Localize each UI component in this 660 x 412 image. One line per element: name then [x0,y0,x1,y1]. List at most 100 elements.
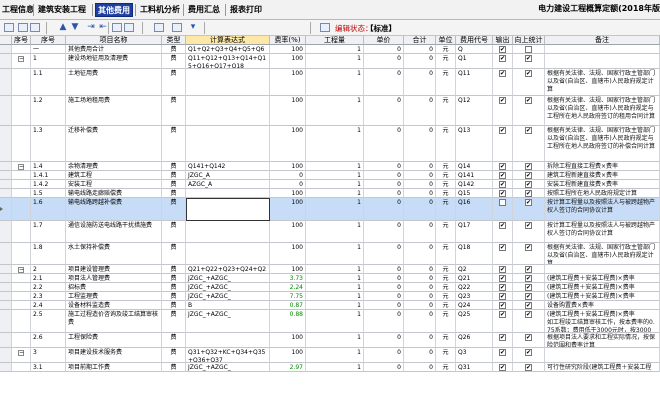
item-name[interactable]: 设备材料监造费 [66,301,162,310]
remark-cell[interactable]: 根据有关法律、法规、国家行政主管部门以及省(自治区、直辖市)人民政府规定与工程所… [545,96,660,126]
arrow-down-icon[interactable]: ▾ [188,23,198,32]
row-gutter[interactable] [0,162,12,171]
checked-checkbox[interactable]: ✔ [499,97,506,104]
output-checkbox-cell[interactable]: ✔ [493,363,513,372]
formula-cell[interactable] [186,243,270,265]
column-header[interactable]: 单价 [364,36,404,45]
output-checkbox-cell[interactable]: ✔ [493,171,513,180]
unit-cell[interactable]: 元 [436,221,456,243]
column-header[interactable]: 输出 [493,36,513,45]
rate-cell[interactable]: 100 [270,189,306,198]
item-type[interactable]: 费 [162,221,186,243]
checked-checkbox[interactable]: ✔ [525,181,532,188]
checked-checkbox[interactable]: ✔ [525,293,532,300]
tab-4[interactable]: 费用汇总 [186,3,222,17]
fee-code-cell[interactable]: Q1 [456,54,493,69]
formula-cell[interactable]: Q31+Q32+KC+Q34+Q35+Q36+Q37 [186,348,270,363]
item-type[interactable]: 费 [162,265,186,274]
item-name[interactable]: 余物清理费 [66,162,162,171]
column-header[interactable]: 费用代号 [456,36,493,45]
checked-checkbox[interactable]: ✔ [499,172,506,179]
unit-cell[interactable]: 元 [436,301,456,310]
column-header[interactable]: 工程量 [306,36,364,45]
checked-checkbox[interactable]: ✔ [525,275,532,282]
row-gutter[interactable] [0,221,12,243]
fee-code-cell[interactable]: Q15 [456,189,493,198]
checked-checkbox[interactable]: ✔ [499,266,506,273]
quantity-cell[interactable]: 1 [306,54,364,69]
upward-stat-checkbox-cell[interactable]: ✔ [513,283,545,292]
checked-checkbox[interactable]: ✔ [525,349,532,356]
formula-cell[interactable] [186,126,270,162]
remark-cell[interactable]: (建筑工程费＋安装工程费)×费率 [545,283,660,292]
formula-cell[interactable]: JZGC_+AZGC_ [186,274,270,283]
checked-checkbox[interactable]: ✔ [499,46,506,53]
checked-checkbox[interactable]: ✔ [499,70,506,77]
edit-mode-value[interactable]: 【标准】 [366,23,396,34]
rate-cell[interactable]: 2.97 [270,363,306,372]
rate-cell[interactable]: 100 [270,126,306,162]
item-type[interactable]: 费 [162,54,186,69]
table-row[interactable]: 2.4 设备材料监造费费 B 0.87 1 0 0 元 Q24 ✔ ✔ 设备购置费×费率 [0,301,660,310]
row-gutter[interactable] [0,363,12,372]
table-row[interactable]: 1.7 通信设施防送电线路干扰措施费费 100 1 0 0 元 Q17 ✔ ✔ 按计算工程量以及按照… [0,221,660,243]
quantity-cell[interactable]: 1 [306,292,364,301]
unit-cell[interactable]: 元 [436,198,456,221]
outdent-icon[interactable]: ⇤ [98,23,108,32]
table-row[interactable]: 2.5 施工过程造价咨询及竣工结算审核费费 JZGC_+AZGC_ 0.88 1 0 0 元 Q… [0,310,660,333]
upward-stat-checkbox-cell[interactable]: ✔ [513,189,545,198]
rate-cell[interactable]: 100 [270,45,306,54]
row-gutter[interactable] [0,126,12,162]
formula-cell[interactable]: JZGC_+AZGC_ [186,310,270,333]
column-header[interactable]: 项目名称 [66,36,162,45]
fill-color-icon[interactable] [154,23,164,32]
upward-stat-checkbox-cell[interactable]: ✔ [513,198,545,221]
item-name[interactable]: 输电线路跨越补偿费 [66,198,162,221]
row-gutter[interactable] [0,292,12,301]
rate-cell[interactable]: 100 [270,54,306,69]
column-header[interactable]: 向上统计 [513,36,545,45]
upward-stat-checkbox-cell[interactable]: ✔ [513,243,545,265]
formula-cell[interactable] [186,221,270,243]
remark-cell[interactable] [545,348,660,363]
upward-stat-checkbox-cell[interactable]: ✔ [513,274,545,283]
table-row[interactable]: 1.5 输电线路走廊赔偿费费 100 1 0 0 元 Q15 ✔ ✔ 按照工程所在地人民政府规定计算 [0,189,660,198]
fee-code-cell[interactable]: Q12 [456,96,493,126]
output-checkbox-cell[interactable]: ✔ [493,180,513,189]
rate-cell[interactable]: 100 [270,221,306,243]
tab-2[interactable]: 其他费用 [95,3,133,17]
tab-0[interactable]: 工程信息 [0,3,36,17]
checked-checkbox[interactable]: ✔ [499,244,506,251]
row-gutter[interactable] [0,198,12,221]
fee-code-cell[interactable]: Q141 [456,171,493,180]
checked-checkbox[interactable]: ✔ [525,199,532,206]
formula-cell[interactable] [186,96,270,126]
formula-cell[interactable]: JZGC_+AZGC_ [186,283,270,292]
output-checkbox-cell[interactable]: ✔ [493,292,513,301]
formula-cell[interactable]: B [186,301,270,310]
tab-1[interactable]: 建筑安装工程 [36,3,88,17]
fee-code-cell[interactable]: Q11 [456,69,493,96]
item-name[interactable]: 其他费用合计 [66,45,162,54]
table-row[interactable]: 1.4.1 建筑工程费 JZGC_A 0 1 0 0 元 Q141 ✔ ✔ 建筑工程新建直接费×费率 [0,171,660,180]
checked-checkbox[interactable]: ✔ [499,163,506,170]
table-row[interactable]: 1.2 施工场地租用费费 100 1 0 0 元 Q12 ✔ ✔ 根据有关法律、法规、国家行政主管部… [0,96,660,126]
checked-checkbox[interactable]: ✔ [499,349,506,356]
table-row[interactable]: 1.8 水土保持补偿费费 100 1 0 0 元 Q18 ✔ ✔ 根据有关法律、法规、国家行政主管部… [0,243,660,265]
quantity-cell[interactable]: 1 [306,198,364,221]
item-name[interactable]: 工程保险费 [66,333,162,348]
rate-cell[interactable]: 100 [270,333,306,348]
rate-cell[interactable]: 100 [270,265,306,274]
checked-checkbox[interactable]: ✔ [525,163,532,170]
rate-cell[interactable]: 100 [270,198,306,221]
filter-icon[interactable] [172,23,182,32]
item-type[interactable]: 费 [162,333,186,348]
item-name[interactable]: 项目建设技术服务费 [66,348,162,363]
quantity-cell[interactable]: 1 [306,171,364,180]
item-type[interactable]: 费 [162,301,186,310]
output-checkbox-cell[interactable]: ✔ [493,96,513,126]
checked-checkbox[interactable]: ✔ [525,364,532,371]
item-name[interactable]: 项目建设管理费 [66,265,162,274]
item-name[interactable]: 工程监理费 [66,292,162,301]
checked-checkbox[interactable]: ✔ [499,302,506,309]
